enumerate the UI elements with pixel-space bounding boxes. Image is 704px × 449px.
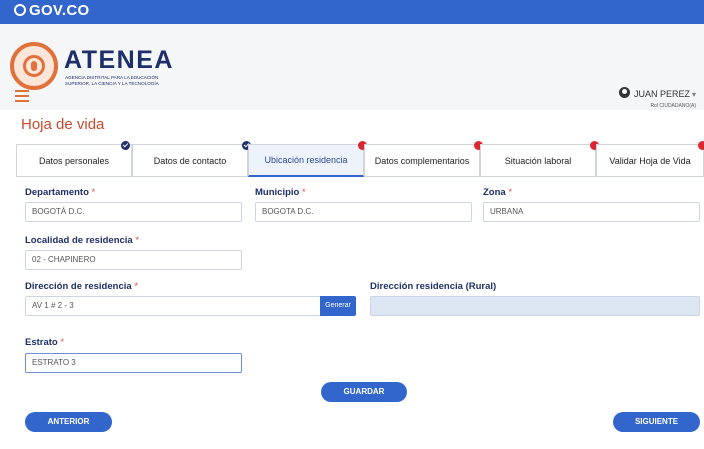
- brand-subtitle: AGENCIA DISTRITAL PARA LA EDUCACIÓN SUPE…: [65, 75, 159, 86]
- page-title: Hoja de vida: [21, 116, 105, 133]
- zona-label: Zona *: [483, 187, 513, 198]
- departamento-select[interactable]: BOGOTÁ D.C.: [25, 202, 242, 222]
- municipio-select[interactable]: BOGOTA D.C.: [255, 202, 472, 222]
- tab-label: Ubicación residencia: [264, 155, 348, 165]
- direccion-label: Dirección de residencia *: [25, 281, 139, 292]
- localidad-label: Localidad de residencia *: [25, 235, 140, 246]
- check-icon: [121, 141, 130, 150]
- departamento-label: Departamento *: [25, 187, 96, 198]
- estrato-select[interactable]: ESTRATO 3: [25, 353, 242, 373]
- tab-validar-hoja-de-vida[interactable]: Validar Hoja de Vida: [596, 141, 704, 177]
- gov-link[interactable]: GOV.CO: [14, 2, 89, 19]
- save-button[interactable]: GUARDAR: [321, 382, 407, 402]
- gov-shield-icon: [14, 4, 26, 16]
- tab-label: Validar Hoja de Vida: [609, 155, 691, 166]
- tab-label: Datos complementarios: [374, 155, 470, 166]
- tab-label: Situación laboral: [504, 155, 572, 166]
- user-menu[interactable]: JUAN PEREZ ▾ Rol CIUDADANO(A): [618, 84, 696, 109]
- user-role: Rol CIUDADANO(A): [650, 103, 696, 109]
- direccion-input[interactable]: AV 1 # 2 - 3: [25, 296, 321, 316]
- tab-datos-complementarios[interactable]: Datos complementarios: [364, 141, 483, 177]
- menu-icon[interactable]: [15, 90, 29, 102]
- pending-status-icon: [698, 141, 704, 150]
- tab-datos-contacto[interactable]: Datos de contacto: [132, 141, 251, 177]
- tab-datos-personales[interactable]: Datos personales: [16, 141, 132, 177]
- municipio-label: Municipio *: [255, 187, 306, 198]
- localidad-select[interactable]: 02 - CHAPINERO: [25, 250, 242, 270]
- brand-name: ATENEA: [64, 46, 174, 74]
- atenea-logo-icon[interactable]: [10, 42, 58, 90]
- generate-address-button[interactable]: Generar: [320, 296, 356, 316]
- gov-label: GOV.CO: [29, 2, 90, 19]
- next-button[interactable]: SIGUIENTE: [613, 412, 700, 432]
- tab-label: Datos de contacto: [153, 155, 227, 166]
- direccion-rural-label: Dirección residencia (Rural): [370, 281, 497, 292]
- user-icon: [618, 87, 630, 98]
- tab-bar: Datos personales Datos de contacto Ubica…: [16, 141, 704, 177]
- tab-situacion-laboral[interactable]: Situación laboral: [480, 141, 599, 177]
- direccion-rural-input: [370, 296, 700, 316]
- previous-button[interactable]: ANTERIOR: [25, 412, 112, 432]
- tab-ubicacion-residencia[interactable]: Ubicación residencia: [248, 141, 367, 177]
- app-header: ATENEA AGENCIA DISTRITAL PARA LA EDUCACI…: [0, 24, 704, 110]
- chevron-down-icon: ▾: [691, 90, 696, 99]
- gov-bar: GOV.CO: [0, 0, 704, 24]
- zona-select[interactable]: URBANA: [483, 202, 700, 222]
- estrato-label: Estrato *: [25, 337, 65, 348]
- user-name: JUAN PEREZ: [633, 89, 690, 99]
- tab-label: Datos personales: [38, 155, 110, 166]
